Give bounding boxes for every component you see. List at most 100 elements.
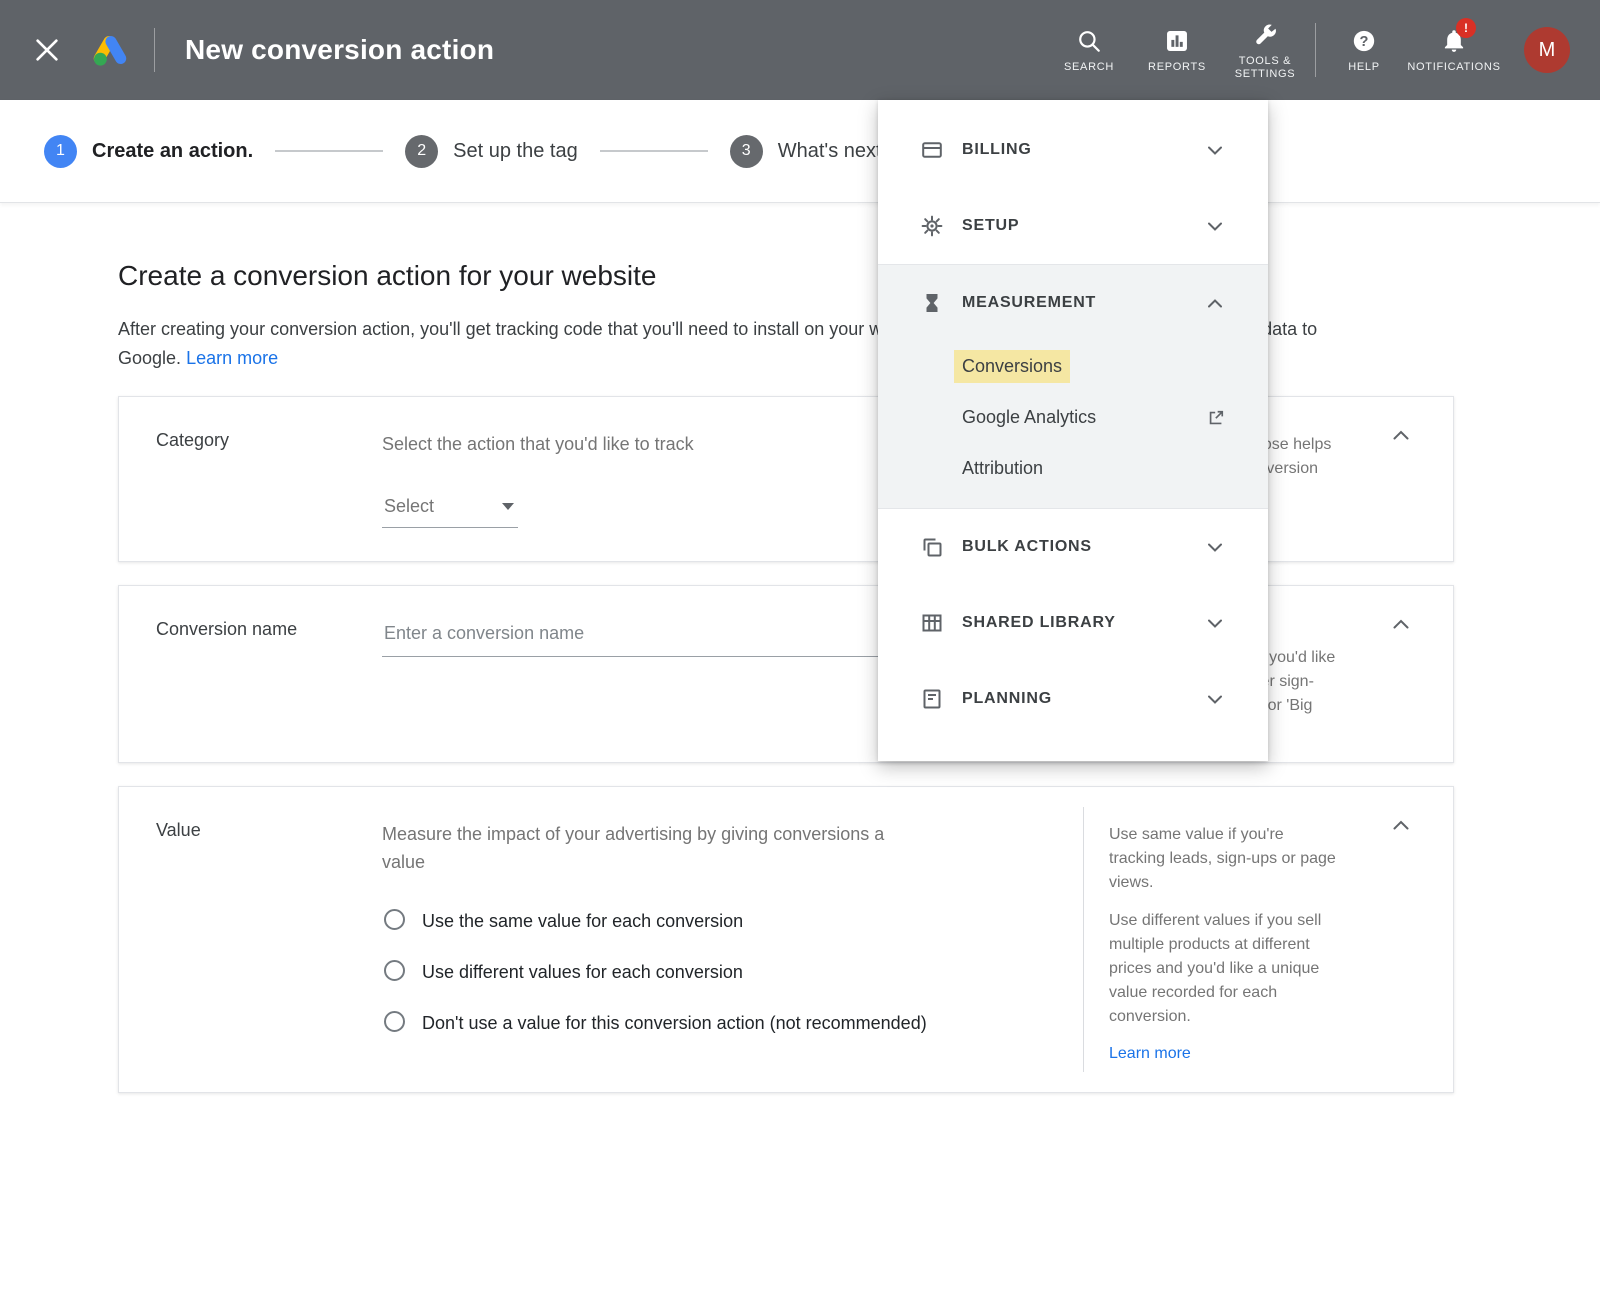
chevron-up-icon xyxy=(1208,299,1222,308)
reports-label: REPORTS xyxy=(1148,61,1206,74)
menu-item-shared-library-label: SHARED LIBRARY xyxy=(962,614,1208,632)
search-icon xyxy=(1076,26,1102,54)
chevron-down-icon xyxy=(1208,222,1222,231)
chevron-up-icon xyxy=(1393,619,1409,629)
step-3-circle: 3 xyxy=(730,135,763,168)
category-label: Category xyxy=(156,430,372,451)
value-main: Measure the impact of your advertising b… xyxy=(382,787,1083,1092)
topbar-separator xyxy=(1315,23,1316,77)
conversion-name-collapse-button[interactable] xyxy=(1393,616,1409,634)
close-icon xyxy=(36,39,58,61)
menu-subitem-conversions[interactable]: Conversions xyxy=(878,341,1268,392)
notifications-label: NOTIFICATIONS xyxy=(1407,61,1500,74)
help-label: HELP xyxy=(1348,61,1380,74)
tools-settings-label: TOOLS & SETTINGS xyxy=(1221,55,1309,81)
menu-item-planning[interactable]: PLANNING xyxy=(878,661,1268,737)
topbar-help[interactable]: ? HELP xyxy=(1326,26,1402,74)
step-connector xyxy=(600,150,708,152)
intro-learn-more-link[interactable]: Learn more xyxy=(186,348,278,368)
option-different-values[interactable]: Use different values for each conversion xyxy=(382,957,1067,988)
chevron-up-icon xyxy=(1393,430,1409,440)
wrench-icon xyxy=(1252,20,1278,48)
menu-item-bulk-actions[interactable]: BULK ACTIONS xyxy=(878,509,1268,585)
category-label-col: Category xyxy=(119,397,382,561)
help-icon: ? xyxy=(1351,26,1377,54)
menu-item-planning-label: PLANNING xyxy=(962,690,1208,708)
topbar-notifications[interactable]: ! NOTIFICATIONS xyxy=(1402,26,1506,74)
chevron-down-icon xyxy=(1208,543,1222,552)
conversion-name-label: Conversion name xyxy=(156,619,372,640)
topbar-tools-settings[interactable]: TOOLS & SETTINGS xyxy=(1221,20,1309,81)
topbar-reports[interactable]: REPORTS xyxy=(1133,26,1221,74)
value-label-col: Value xyxy=(119,787,382,1092)
stepper: 1 Create an action. 2 Set up the tag 3 W… xyxy=(0,100,1600,203)
menu-subitem-google-analytics[interactable]: Google Analytics xyxy=(878,392,1268,443)
grid-icon xyxy=(920,611,944,635)
attribution-label: Attribution xyxy=(962,458,1043,479)
close-button[interactable] xyxy=(30,33,64,67)
google-ads-logo-icon xyxy=(92,34,128,66)
measurement-section: MEASUREMENT Conversions Google Analytics… xyxy=(878,264,1268,509)
reports-icon xyxy=(1164,26,1190,54)
menu-item-setup[interactable]: SETUP xyxy=(878,188,1268,264)
topbar-search[interactable]: SEARCH xyxy=(1045,26,1133,74)
category-collapse-button[interactable] xyxy=(1393,427,1409,445)
radio-icon[interactable] xyxy=(384,1011,405,1032)
step-whats-next[interactable]: 3 What's next xyxy=(730,135,882,168)
chevron-up-icon xyxy=(1393,820,1409,830)
bell-icon: ! xyxy=(1441,26,1467,54)
topbar: New conversion action SEARCH REPORTS TOO… xyxy=(0,0,1600,100)
value-collapse-button[interactable] xyxy=(1393,817,1409,835)
radio-icon[interactable] xyxy=(384,909,405,930)
svg-text:?: ? xyxy=(1360,34,1369,50)
external-link-icon xyxy=(1206,408,1226,428)
conversion-name-label-col: Conversion name xyxy=(119,586,382,762)
main-content: Create a conversion action for your webs… xyxy=(0,203,1600,1093)
value-label: Value xyxy=(156,820,372,841)
page-heading: Create a conversion action for your webs… xyxy=(118,259,1600,293)
value-learn-more-link[interactable]: Learn more xyxy=(1109,1045,1191,1063)
radio-icon[interactable] xyxy=(384,960,405,981)
menu-item-shared-library[interactable]: SHARED LIBRARY xyxy=(878,585,1268,661)
value-sidebar: Use same value if you're tracking leads,… xyxy=(1083,807,1453,1072)
step-2-circle: 2 xyxy=(405,135,438,168)
value-sidebar-para2: Use different values if you sell multipl… xyxy=(1109,909,1341,1029)
value-description: Measure the impact of your advertising b… xyxy=(382,820,922,876)
step-set-up-tag[interactable]: 2 Set up the tag xyxy=(405,135,578,168)
step-1-label: Create an action. xyxy=(92,140,253,163)
option-different-values-label: Use different values for each conversion xyxy=(422,957,743,988)
menu-item-setup-label: SETUP xyxy=(962,217,1208,235)
document-icon xyxy=(920,687,944,711)
google-analytics-label: Google Analytics xyxy=(962,407,1096,428)
step-2-label: Set up the tag xyxy=(453,140,578,163)
menu-item-measurement[interactable]: MEASUREMENT xyxy=(878,265,1268,341)
option-same-value[interactable]: Use the same value for each conversion xyxy=(382,906,1067,937)
menu-item-bulk-actions-label: BULK ACTIONS xyxy=(962,538,1208,556)
copy-icon xyxy=(920,535,944,559)
menu-item-measurement-label: MEASUREMENT xyxy=(962,294,1208,312)
step-connector xyxy=(275,150,383,152)
chevron-down-icon xyxy=(1208,619,1222,628)
category-select-value: Select xyxy=(384,496,434,517)
menu-item-billing-label: BILLING xyxy=(962,141,1208,159)
option-same-value-label: Use the same value for each conversion xyxy=(422,906,743,937)
avatar[interactable]: M xyxy=(1524,27,1570,73)
topbar-divider xyxy=(154,28,155,72)
caret-down-icon xyxy=(502,503,514,510)
search-label: SEARCH xyxy=(1064,61,1114,74)
menu-subitem-attribution[interactable]: Attribution xyxy=(878,443,1268,494)
menu-item-billing[interactable]: BILLING xyxy=(878,112,1268,188)
option-no-value[interactable]: Don't use a value for this conversion ac… xyxy=(382,1008,1067,1039)
step-1-circle: 1 xyxy=(44,135,77,168)
gear-icon xyxy=(920,214,944,238)
value-options: Use the same value for each conversion U… xyxy=(382,906,1067,1039)
topbar-right: SEARCH REPORTS TOOLS & SETTINGS ? HELP ! xyxy=(1045,20,1570,81)
hourglass-icon xyxy=(920,291,944,315)
category-select[interactable]: Select xyxy=(382,496,518,528)
google-ads-logo[interactable] xyxy=(92,34,128,66)
step-create-action[interactable]: 1 Create an action. xyxy=(44,135,253,168)
category-description: Select the action that you'd like to tra… xyxy=(382,430,922,458)
value-sidebar-para1: Use same value if you're tracking leads,… xyxy=(1109,823,1341,895)
conversions-highlighted-label: Conversions xyxy=(954,350,1070,383)
chevron-down-icon xyxy=(1208,146,1222,155)
